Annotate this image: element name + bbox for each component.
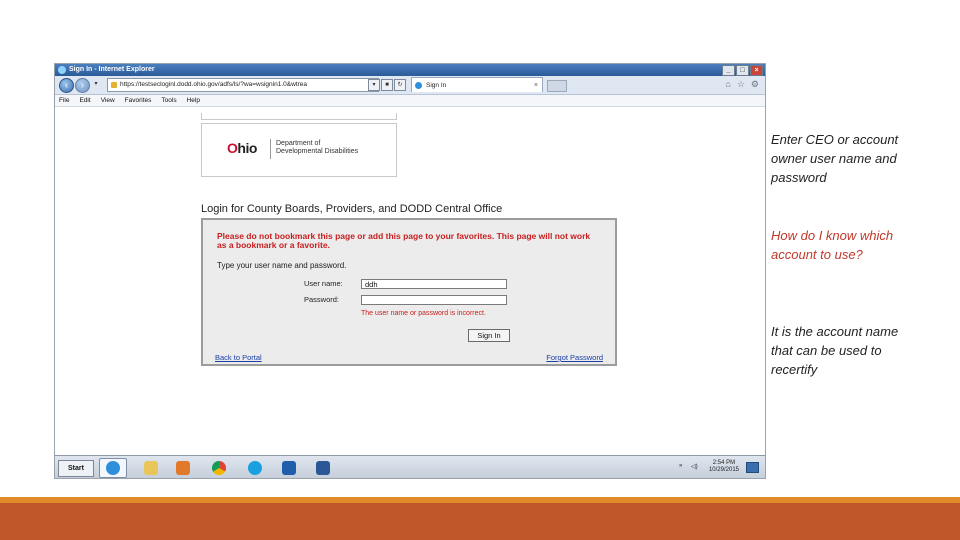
close-button[interactable]: × — [750, 65, 763, 76]
clock-time: 2:54 PM — [712, 460, 736, 466]
ohio-dodd-logo: Ohio Department of Developmental Disabil… — [201, 123, 397, 177]
taskbar-file-explorer[interactable] — [137, 458, 165, 478]
logo-department: Department of Developmental Disabilities — [276, 140, 358, 156]
internet-explorer-icon — [106, 461, 120, 475]
ohio-logo-word: Ohio — [227, 140, 257, 156]
taskbar-media-player[interactable] — [169, 458, 197, 478]
login-error: The user name or password is incorrect. — [361, 310, 486, 317]
login-panel: Please do not bookmark this page or add … — [201, 218, 617, 366]
taskbar-chrome[interactable] — [205, 458, 233, 478]
note-enter-credentials: Enter CEO or account owner user name and… — [771, 132, 899, 185]
forward-arrow-icon[interactable]: › — [75, 78, 90, 93]
browser-screenshot: Sign In - Internet Explorer _ □ × ‹ › ▾ … — [54, 63, 766, 479]
window-controls: _ □ × — [722, 65, 763, 76]
clock-date: 10/29/2015 — [708, 467, 739, 473]
folder-icon — [144, 461, 158, 475]
address-toolbar: ‹ › ▾ https://testsecloginl.dodd.ohio.go… — [55, 76, 765, 95]
sign-in-button[interactable]: Sign In — [468, 329, 510, 342]
menu-item-favorites[interactable]: Favorites — [125, 97, 152, 104]
show-desktop-icon[interactable] — [746, 462, 759, 473]
taskbar-internet-explorer[interactable] — [99, 458, 127, 478]
logo-top-frame — [201, 113, 397, 120]
forgot-password-link[interactable]: Forgot Password — [546, 353, 603, 362]
taskbar-word[interactable] — [309, 458, 337, 478]
page-content: Ohio Department of Developmental Disabil… — [55, 107, 765, 455]
internet-explorer-icon — [58, 66, 66, 74]
media-player-icon — [176, 461, 190, 475]
tab-close-icon[interactable]: × — [534, 78, 538, 93]
logo-dept-line2: Developmental Disabilities — [276, 148, 359, 155]
volume-icon[interactable]: ◁) — [691, 463, 698, 470]
skype-icon — [248, 461, 262, 475]
tab-sign-in[interactable]: Sign In × — [411, 77, 543, 92]
home-icon[interactable]: ⌂ — [725, 79, 730, 90]
taskbar-outlook[interactable] — [275, 458, 303, 478]
menu-item-edit[interactable]: Edit — [79, 97, 90, 104]
windows-taskbar: Start » ◁) 2:54 PM 10/29/2015 — [55, 455, 765, 478]
note-recertify-account: It is the account name that can be used … — [771, 324, 899, 377]
back-arrow-icon[interactable]: ‹ — [59, 78, 74, 93]
taskbar-clock[interactable]: 2:54 PM 10/29/2015 — [709, 460, 739, 474]
system-tray: » ◁) 2:54 PM 10/29/2015 — [677, 459, 761, 476]
menu-item-file[interactable]: File — [59, 97, 69, 104]
word-icon — [316, 461, 330, 475]
menu-item-tools[interactable]: Tools — [161, 97, 176, 104]
browser-tools: ⌂ ☆ ⚙ — [725, 79, 759, 90]
page-title: Login for County Boards, Providers, and … — [201, 203, 503, 215]
login-instruction: Type your user name and password. — [217, 261, 347, 270]
password-label: Password: — [304, 295, 340, 304]
taskbar-skype[interactable] — [241, 458, 269, 478]
maximize-button[interactable]: □ — [736, 65, 749, 76]
note-which-account: How do I know which account to use? — [771, 228, 894, 262]
window-title: Sign In - Internet Explorer — [69, 66, 155, 73]
logo-divider — [270, 139, 271, 159]
address-url: https://testsecloginl.dodd.ohio.gov/adfs… — [120, 81, 307, 88]
search-dropdown-icon[interactable]: ▾ — [368, 79, 380, 91]
bookmark-warning: Please do not bookmark this page or add … — [217, 231, 591, 250]
chrome-icon — [212, 461, 226, 475]
lock-icon — [111, 82, 117, 88]
favorites-star-icon[interactable]: ☆ — [737, 79, 745, 90]
tray-arrow-icon[interactable]: » — [679, 463, 682, 469]
footer-rust-band — [0, 503, 960, 540]
logo-dept-line1: Department of — [276, 140, 321, 147]
minimize-button[interactable]: _ — [722, 65, 735, 76]
password-field[interactable] — [361, 295, 507, 305]
gear-icon[interactable]: ⚙ — [751, 79, 759, 90]
address-bar[interactable]: https://testsecloginl.dodd.ohio.gov/adfs… — [107, 78, 379, 92]
username-label: User name: — [304, 279, 343, 288]
refresh-icon[interactable]: ↻ — [394, 79, 406, 91]
history-dropdown-icon[interactable]: ▾ — [91, 79, 101, 89]
menu-item-help[interactable]: Help — [187, 97, 200, 104]
username-field[interactable]: ddh — [361, 279, 507, 289]
outlook-icon — [282, 461, 296, 475]
back-to-portal-link[interactable]: Back to Portal — [215, 353, 262, 362]
lock-status-icon[interactable]: ■ — [381, 79, 393, 91]
new-tab-button[interactable] — [547, 80, 567, 92]
menu-bar: File Edit View Favorites Tools Help — [55, 95, 765, 107]
window-titlebar: Sign In - Internet Explorer _ □ × — [55, 64, 765, 76]
tab-title: Sign In — [426, 82, 447, 89]
menu-item-view[interactable]: View — [101, 97, 115, 104]
tab-page-icon — [415, 82, 422, 89]
start-button[interactable]: Start — [58, 460, 94, 477]
